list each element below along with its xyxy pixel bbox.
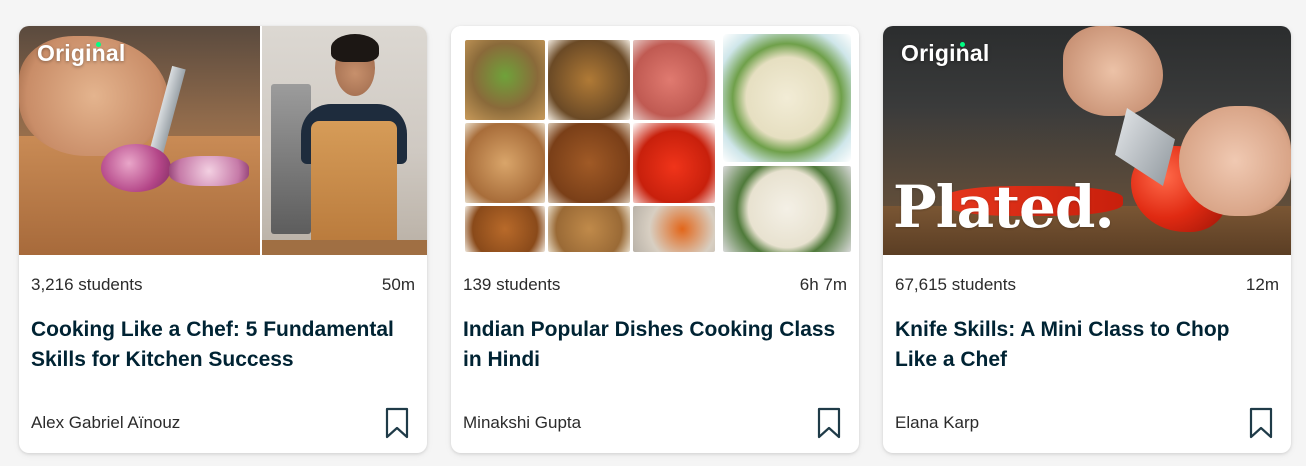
dish-photo <box>633 206 715 252</box>
class-title[interactable]: Cooking Like a Chef: 5 Fundamental Skill… <box>31 315 411 375</box>
class-thumbnail[interactable]: Original <box>19 26 427 255</box>
dish-photo <box>548 40 630 120</box>
class-meta: 139 students 6h 7m <box>463 275 847 295</box>
original-badge: Original <box>37 40 126 66</box>
class-card[interactable]: 139 students 6h 7m Indian Popular Dishes… <box>451 26 859 453</box>
bookmark-icon[interactable] <box>385 407 409 439</box>
bookmark-icon[interactable] <box>1249 407 1273 439</box>
teacher-name[interactable]: Alex Gabriel Aïnouz <box>31 413 180 433</box>
badge-dot <box>960 42 965 47</box>
student-count: 139 students <box>463 275 561 294</box>
class-card[interactable]: Plated. Original 67,615 students 12m Kni… <box>883 26 1291 453</box>
dish-photo <box>548 123 630 203</box>
dish-photo <box>465 206 545 252</box>
plated-logo: Plated. <box>893 173 1115 241</box>
teacher-name[interactable]: Elana Karp <box>895 413 979 433</box>
class-thumbnail[interactable]: Plated. Original <box>883 26 1291 255</box>
class-title[interactable]: Knife Skills: A Mini Class to Chop Like … <box>895 315 1275 375</box>
bookmark-icon[interactable] <box>817 407 841 439</box>
class-card[interactable]: Original 3,216 students 50m Cooking Like… <box>19 26 427 453</box>
class-duration: 50m <box>381 275 415 294</box>
class-title[interactable]: Indian Popular Dishes Cooking Class in H… <box>463 315 843 375</box>
original-badge: Original <box>901 40 990 66</box>
student-count: 3,216 students <box>31 275 143 294</box>
class-meta: 3,216 students 50m <box>31 275 415 295</box>
dish-photo <box>465 40 545 120</box>
dish-photo <box>633 40 715 120</box>
class-thumbnail[interactable] <box>451 26 859 255</box>
dish-photo <box>723 166 851 252</box>
badge-dot <box>96 42 101 47</box>
dish-photo <box>548 206 630 252</box>
class-meta: 67,615 students 12m <box>895 275 1279 295</box>
student-count: 67,615 students <box>895 275 1016 294</box>
dish-photo <box>633 123 715 203</box>
class-duration: 12m <box>1245 275 1279 294</box>
dish-photo <box>465 123 545 203</box>
teacher-name[interactable]: Minakshi Gupta <box>463 413 581 433</box>
dish-photo <box>723 34 851 162</box>
class-duration: 6h 7m <box>799 275 847 294</box>
